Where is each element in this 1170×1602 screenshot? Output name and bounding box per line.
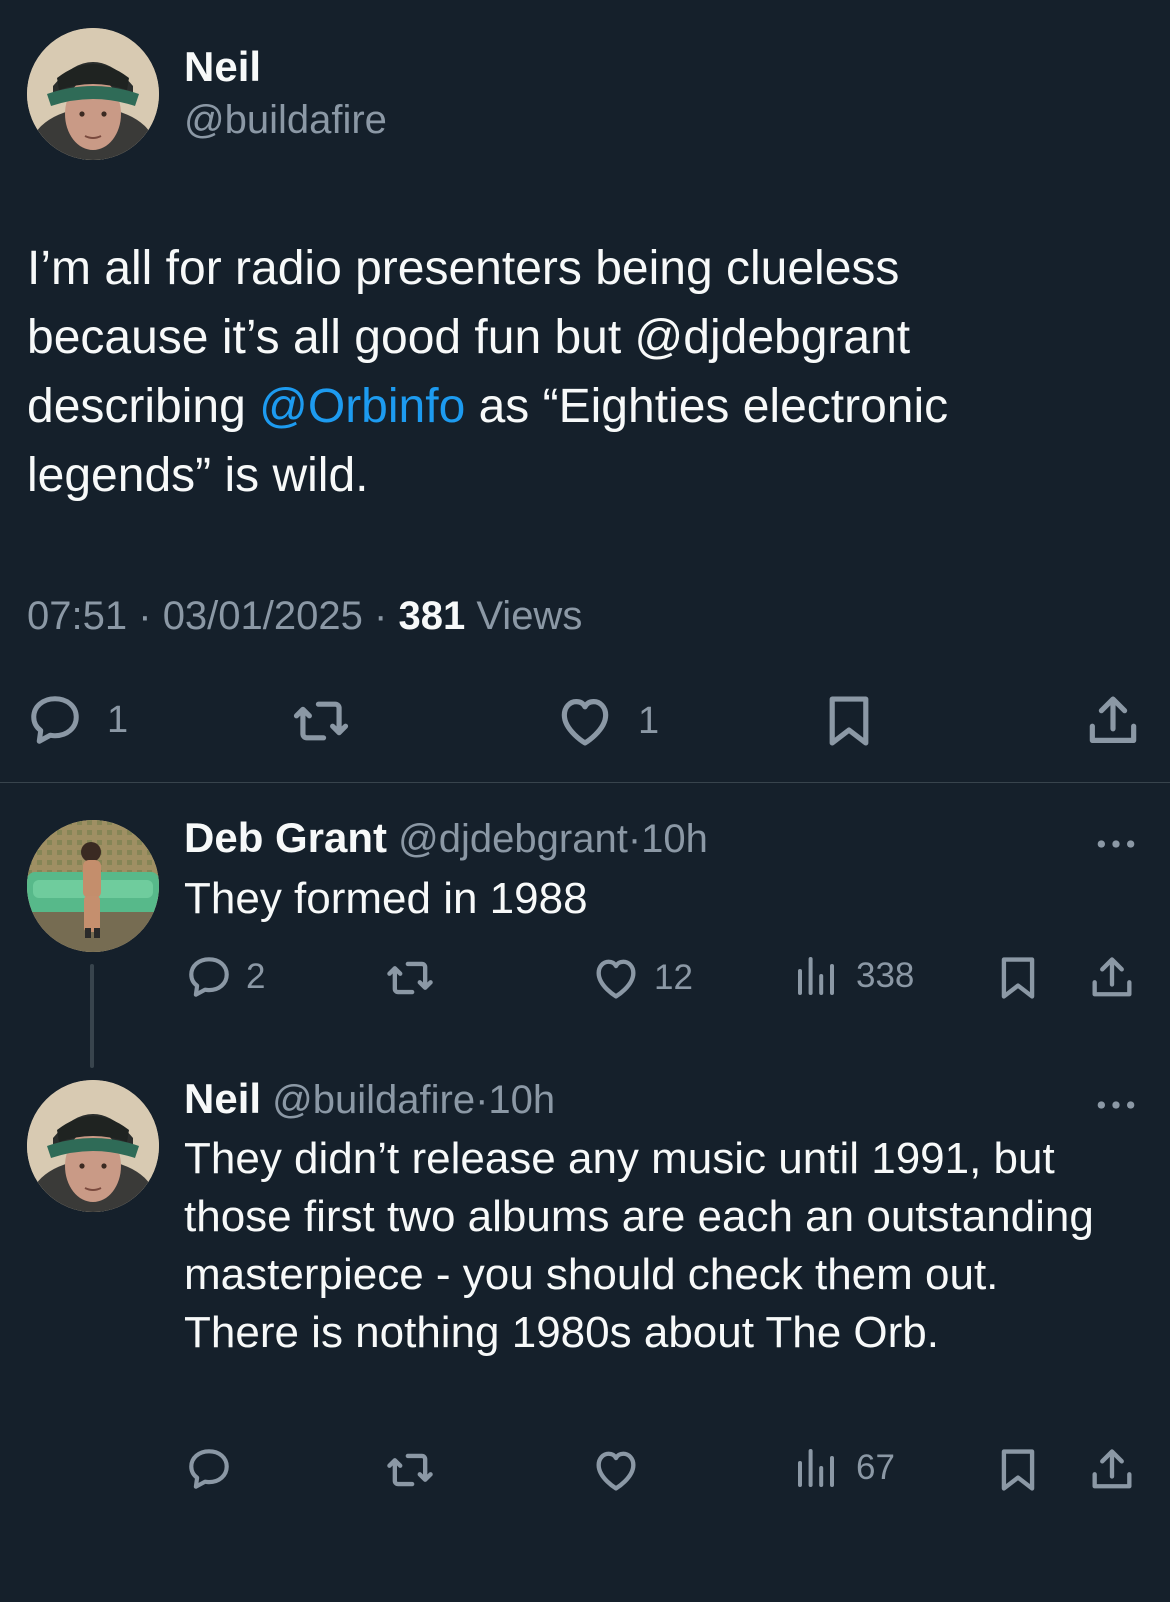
share-icon [1082,690,1144,752]
views-icon [792,1444,840,1492]
like-icon [590,1444,642,1496]
avatar-image [27,820,159,952]
reply-header: Neil @buildafire·10h [184,1075,555,1123]
like-button[interactable]: 1 [554,690,659,752]
reply-text: They formed in 1988 [184,874,588,923]
reply-text: They didn’t release any music until 1991… [184,1134,1094,1357]
reply-button[interactable] [184,1444,234,1494]
more-button[interactable] [1094,822,1138,866]
avatar[interactable] [27,28,159,160]
share-button[interactable] [1086,1444,1138,1496]
reply-button[interactable]: 1 [25,690,128,750]
retweet-button[interactable] [384,1444,436,1496]
reply-header: Deb Grant @djdebgrant·10h [184,814,708,862]
avatar-image [27,1080,159,1212]
retweet-button[interactable] [290,690,352,752]
more-icon [1094,822,1138,866]
retweet-icon [290,690,352,752]
author-handle[interactable]: @buildafire [184,98,387,143]
like-count: 12 [654,958,693,997]
reply-count: 1 [107,698,129,741]
retweet-button[interactable] [384,952,436,1004]
bookmark-button[interactable] [992,952,1044,1004]
reply-count: 2 [246,957,266,996]
thread-line [90,964,94,1068]
avatar[interactable] [27,820,159,952]
views-label: Views [476,594,583,638]
bookmark-button[interactable] [992,1444,1044,1496]
retweet-icon [384,1444,436,1496]
like-icon [554,690,616,752]
author-name[interactable]: Neil [184,1075,261,1122]
tweet-text: I’m all for radio presenters being cluel… [27,234,1027,510]
reply-icon [184,952,234,1002]
reply-icon [184,1444,234,1494]
share-button[interactable] [1086,952,1138,1004]
meta-separator: · [374,594,388,638]
bookmark-icon [992,952,1044,1004]
views-button[interactable]: 338 [792,952,914,1000]
header-separator: · [627,817,642,861]
like-button[interactable]: 12 [590,952,693,1004]
share-icon [1086,952,1138,1004]
bookmark-button[interactable] [818,690,880,752]
like-icon [590,952,642,1004]
reply-icon [25,690,85,750]
reply-time[interactable]: 10h [488,1078,555,1122]
avatar-image [27,28,159,160]
like-button[interactable] [590,1444,642,1496]
like-count: 1 [638,699,660,742]
reply-button[interactable]: 2 [184,952,265,1002]
views-count: 381 [398,594,466,638]
bookmark-icon [818,690,880,752]
header-separator: · [475,1078,489,1122]
views-icon [792,952,840,1000]
tweet-meta: 07:51 · 03/01/2025 · 381 Views [27,594,582,639]
tweet-time: 07:51 [27,594,128,638]
meta-separator: · [138,594,152,638]
bookmark-icon [992,1444,1044,1496]
more-icon [1094,1083,1138,1127]
author-name[interactable]: Deb Grant [184,814,387,861]
more-button[interactable] [1094,1083,1138,1127]
avatar[interactable] [27,1080,159,1212]
share-icon [1086,1444,1138,1496]
author-handle[interactable]: @djdebgrant [398,817,628,861]
tweet-date: 03/01/2025 [162,594,363,638]
author-handle[interactable]: @buildafire [272,1078,475,1122]
author-name[interactable]: Neil [184,43,261,91]
mention-link[interactable]: @Orbinfo [259,380,465,433]
views-button[interactable]: 67 [792,1444,895,1492]
share-button[interactable] [1082,690,1144,752]
reply-time[interactable]: 10h [641,817,708,861]
views-count: 338 [856,956,915,995]
divider [0,782,1170,783]
retweet-icon [384,952,436,1004]
views-count: 67 [856,1448,895,1487]
